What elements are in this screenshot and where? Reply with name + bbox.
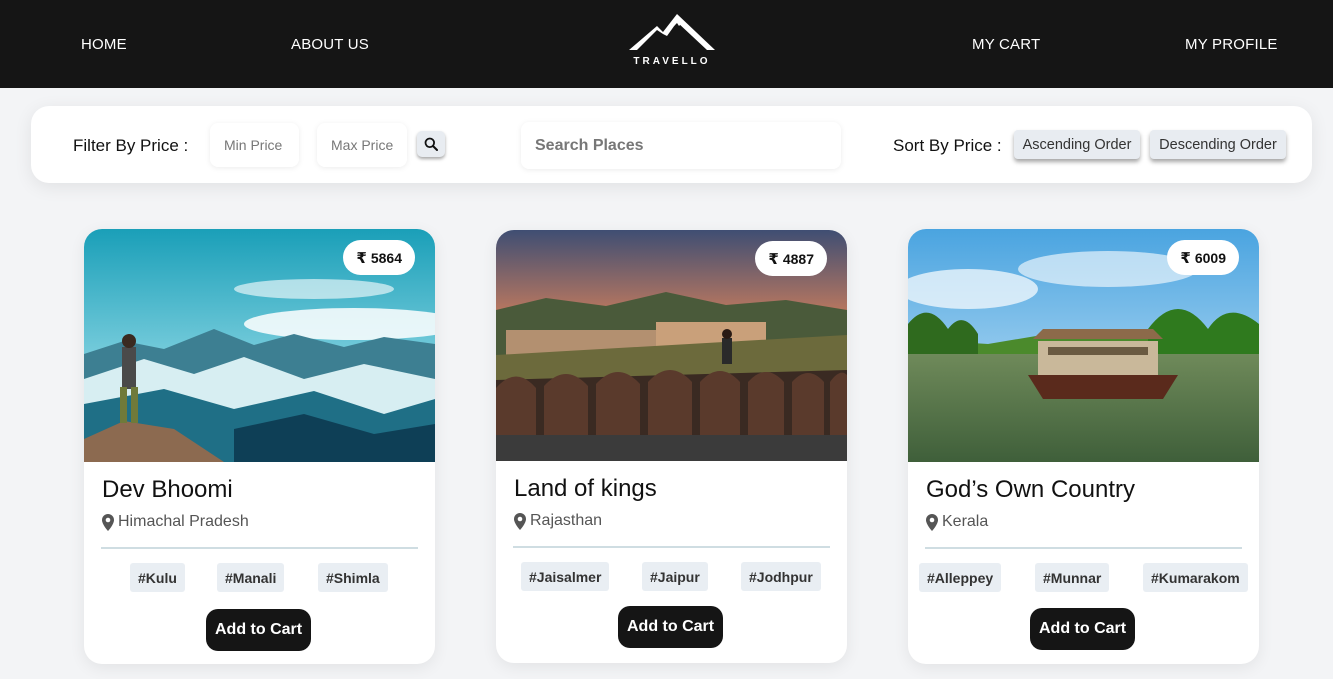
- nav-cart-link[interactable]: MY CART: [972, 36, 1040, 53]
- location-text: Himachal Pradesh: [118, 513, 249, 530]
- search-places-input[interactable]: [521, 122, 841, 169]
- add-to-cart-button[interactable]: Add to Cart: [1030, 608, 1136, 650]
- destination-image-himachal: ₹ 5864: [84, 229, 435, 462]
- nav-profile-link[interactable]: MY PROFILE: [1185, 36, 1278, 53]
- nav-about-link[interactable]: ABOUT US: [291, 36, 369, 53]
- price-badge: ₹ 6009: [1167, 240, 1239, 275]
- card-divider: [925, 547, 1242, 549]
- card-location: Kerala: [926, 513, 988, 531]
- filter-bar: Filter By Price : Sort By Price : Ascend…: [31, 106, 1312, 183]
- location-text: Kerala: [942, 513, 989, 530]
- tag-chip[interactable]: #Jaipur: [642, 562, 708, 591]
- card-title: Land of kings: [514, 475, 657, 502]
- tag-chip[interactable]: #Jaisalmer: [521, 562, 610, 591]
- rupee-icon: ₹: [356, 249, 367, 267]
- logo-text: TRAVELLO: [633, 56, 711, 67]
- tag-chip[interactable]: #Jodhpur: [741, 562, 821, 591]
- card-title: God’s Own Country: [926, 476, 1135, 503]
- rupee-icon: ₹: [768, 250, 779, 268]
- price-badge: ₹ 5864: [343, 240, 415, 275]
- rupee-icon: ₹: [1180, 249, 1191, 267]
- min-price-input[interactable]: [210, 123, 299, 167]
- card-location: Himachal Pradesh: [102, 513, 249, 531]
- map-pin-icon: [514, 512, 526, 530]
- filter-by-price-label: Filter By Price :: [73, 136, 189, 155]
- top-navbar: HOME ABOUT US TRAVELLO MY CART MY PROFIL…: [0, 0, 1333, 88]
- destination-image-kerala: ₹ 6009: [908, 229, 1259, 462]
- tag-chip[interactable]: #Alleppey: [919, 563, 1002, 592]
- card-divider: [513, 546, 830, 548]
- ascending-order-button[interactable]: Ascending Order: [1014, 130, 1140, 159]
- tag-chip[interactable]: #Kulu: [130, 563, 185, 592]
- destination-card: ₹ 6009 God’s Own Country Kerala #Alleppe…: [908, 229, 1259, 664]
- price-search-button[interactable]: [417, 131, 445, 157]
- card-title: Dev Bhoomi: [102, 476, 233, 503]
- price-value: 6009: [1194, 249, 1226, 266]
- location-text: Rajasthan: [530, 512, 603, 529]
- search-icon: [424, 137, 438, 151]
- sort-by-price-label: Sort By Price :: [893, 136, 1002, 155]
- destination-card: ₹ 4887 Land of kings Rajasthan #Jaisalme…: [496, 230, 847, 663]
- tag-chip[interactable]: #Kumarakom: [1143, 563, 1248, 592]
- travello-logo[interactable]: TRAVELLO: [622, 12, 722, 72]
- destination-card: ₹ 5864 Dev Bhoomi Himachal Pradesh #Kulu…: [84, 229, 435, 664]
- nav-home-link[interactable]: HOME: [81, 36, 127, 53]
- max-price-input[interactable]: [317, 123, 407, 167]
- map-pin-icon: [926, 513, 938, 531]
- card-location: Rajasthan: [514, 512, 602, 530]
- price-value: 5864: [370, 249, 402, 266]
- map-pin-icon: [102, 513, 114, 531]
- add-to-cart-button[interactable]: Add to Cart: [206, 609, 312, 651]
- add-to-cart-button[interactable]: Add to Cart: [618, 606, 724, 648]
- price-badge: ₹ 4887: [755, 241, 827, 276]
- destination-image-rajasthan: ₹ 4887: [496, 230, 847, 461]
- descending-order-button[interactable]: Descending Order: [1150, 130, 1286, 159]
- mountain-logo-icon: [629, 14, 715, 50]
- tag-chip[interactable]: #Munnar: [1035, 563, 1110, 592]
- tag-chip[interactable]: #Shimla: [318, 563, 388, 592]
- card-divider: [101, 547, 418, 549]
- tag-chip[interactable]: #Manali: [217, 563, 285, 592]
- price-value: 4887: [782, 250, 814, 267]
